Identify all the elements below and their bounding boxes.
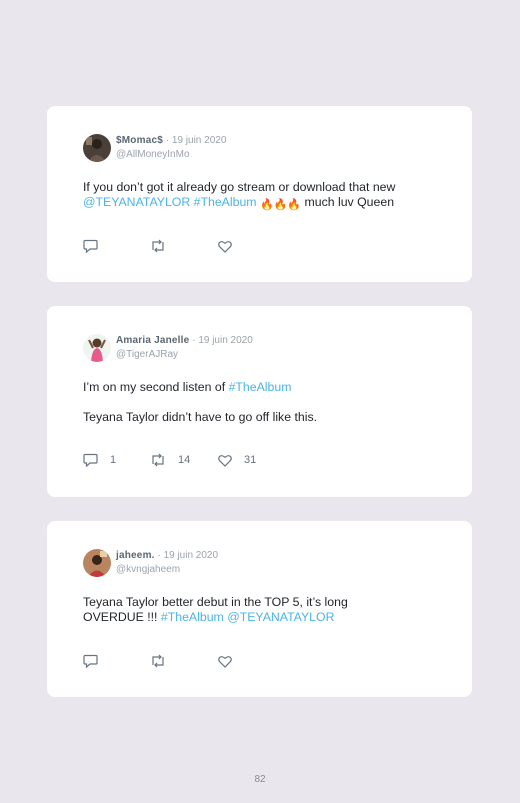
retweet-icon (152, 239, 164, 253)
heart-icon (218, 240, 232, 253)
tweet-text-line: OVERDUE !!! #TheAlbum @TEYANATAYLOR (83, 610, 348, 625)
tweet-text-start: OVERDUE !!! (83, 610, 161, 624)
tweet-text: If you don’t got it already go stream or… (83, 180, 395, 213)
page-number: 82 (254, 774, 266, 785)
fire-emoji: 🔥🔥🔥 (259, 199, 302, 211)
retweet-button[interactable] (150, 238, 178, 254)
separator: · (192, 335, 196, 346)
hashtag-link[interactable]: #TheAlbum (194, 195, 257, 209)
tweet-text-line: If you don’t got it already go stream or… (83, 180, 396, 194)
retweet-button[interactable] (150, 653, 178, 669)
tweet-date[interactable]: 19 juin 2020 (164, 550, 219, 561)
retweet-icon (152, 453, 164, 467)
like-button[interactable] (218, 653, 244, 669)
tweet-text: I’m on my second listen of #TheAlbum Tey… (83, 380, 317, 425)
tweet-actions: 1 14 31 (83, 452, 443, 468)
mention-link[interactable]: @TEYANATAYLOR (227, 610, 334, 624)
retweet-button[interactable]: 14 (150, 452, 190, 468)
tweet-text: Teyana Taylor better debut in the TOP 5,… (83, 595, 348, 625)
retweet-count: 14 (178, 454, 191, 466)
author-handle[interactable]: @AllMoneyInMo (116, 149, 190, 160)
avatar[interactable] (83, 134, 111, 162)
author-handle[interactable]: @kvngjaheem (116, 564, 180, 575)
heart-icon (218, 454, 232, 467)
tweet-text-line: @TEYANATAYLOR #TheAlbum 🔥🔥🔥 much luv Que… (83, 195, 395, 213)
like-count: 31 (244, 454, 257, 466)
hashtag-link[interactable]: #TheAlbum (229, 380, 292, 394)
hashtag-link[interactable]: #TheAlbum (161, 610, 224, 624)
tweet-text-line: Teyana Taylor didn’t have to go off like… (83, 410, 318, 424)
tweet-text-rest: much luv Queen (304, 195, 395, 209)
like-button[interactable]: 31 (218, 452, 256, 468)
author-line: Amaria Janelle · 19 juin 2020 (116, 335, 253, 346)
heart-icon (218, 655, 232, 668)
reply-button[interactable]: 1 (83, 452, 116, 468)
reply-button[interactable] (83, 238, 110, 254)
avatar[interactable] (83, 549, 111, 577)
author-handle[interactable]: @TigerAJRay (116, 349, 178, 360)
tweet-card: $Momac$ · 19 juin 2020 @AllMoneyInMo If … (47, 106, 472, 282)
author-name[interactable]: jaheem. (116, 550, 155, 561)
mention-link[interactable]: @TEYANATAYLOR (83, 195, 190, 209)
author-line: $Momac$ · 19 juin 2020 (116, 135, 226, 146)
tweet-date[interactable]: 19 juin 2020 (172, 135, 227, 146)
reply-button[interactable] (83, 653, 110, 669)
author-line: jaheem. · 19 juin 2020 (116, 550, 218, 561)
like-button[interactable] (218, 238, 244, 254)
tweet-text-start: I’m on my second listen of (83, 380, 229, 394)
author-name[interactable]: $Momac$ (116, 135, 163, 146)
separator: · (157, 550, 161, 561)
author-name[interactable]: Amaria Janelle (116, 335, 189, 346)
tweet-actions (83, 238, 443, 254)
tweet-date[interactable]: 19 juin 2020 (198, 335, 253, 346)
reply-icon (83, 239, 98, 253)
tweet-text-line: Teyana Taylor better debut in the TOP 5,… (83, 595, 348, 609)
tweet-card: Amaria Janelle · 19 juin 2020 @TigerAJRa… (47, 306, 472, 497)
reply-count: 1 (110, 454, 117, 466)
tweet-card: jaheem. · 19 juin 2020 @kvngjaheem Teyan… (47, 521, 472, 697)
separator: · (165, 135, 170, 146)
retweet-icon (152, 654, 164, 668)
tweet-actions (83, 653, 443, 669)
reply-icon (83, 453, 98, 467)
reply-icon (83, 654, 98, 668)
tweet-text-line: I’m on my second listen of #TheAlbum (83, 380, 317, 395)
avatar[interactable] (83, 334, 111, 362)
